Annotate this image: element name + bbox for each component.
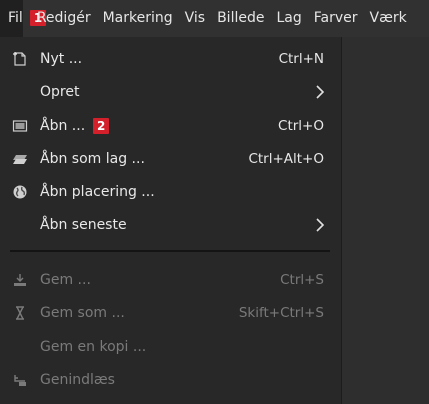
- menu-item-create[interactable]: Opret: [0, 75, 341, 108]
- menu-item-save-as[interactable]: Gem som ... Skift+Ctrl+S: [0, 296, 341, 329]
- annotation-badge-2: 2: [93, 117, 110, 134]
- menu-item-save[interactable]: Gem ... Ctrl+S: [0, 263, 341, 296]
- menu-item-open-recent-label: Åbn seneste: [40, 216, 127, 233]
- menu-edit-label: Redigér: [36, 10, 91, 26]
- menu-layer[interactable]: Lag: [270, 0, 307, 37]
- menu-layer-label: Lag: [276, 10, 302, 26]
- menu-item-save-as-label: Gem som ...: [40, 304, 125, 321]
- menu-image[interactable]: Billede: [211, 0, 270, 37]
- menu-item-open-shortcut: Ctrl+O: [278, 117, 324, 134]
- revert-icon: [12, 372, 28, 388]
- menu-item-revert-label: Genindlæs: [40, 371, 115, 388]
- menu-item-open-as-layers-shortcut: Ctrl+Alt+O: [248, 150, 324, 167]
- menu-item-open-location[interactable]: Åbn placering ...: [0, 175, 341, 208]
- menu-item-open-label: Åbn ... 2: [40, 117, 110, 134]
- menu-file[interactable]: Fil 1: [0, 0, 46, 37]
- menu-item-new-shortcut: Ctrl+N: [278, 50, 324, 67]
- menu-colors[interactable]: Farver: [308, 0, 364, 37]
- menu-view-label: Vis: [184, 10, 206, 26]
- menu-file-label: Fil: [8, 10, 23, 26]
- menu-select-label: Markering: [102, 10, 173, 26]
- menu-tools[interactable]: Værk: [364, 0, 413, 37]
- new-image-icon: [12, 51, 28, 67]
- menu-item-open-recent[interactable]: Åbn seneste: [0, 208, 341, 241]
- menu-item-open-as-layers[interactable]: Åbn som lag ... Ctrl+Alt+O: [0, 142, 341, 175]
- menu-item-new[interactable]: Nyt ... Ctrl+N: [0, 42, 341, 75]
- menu-item-save-as-shortcut: Skift+Ctrl+S: [238, 304, 324, 321]
- menu-select[interactable]: Markering: [97, 0, 179, 37]
- save-as-icon: [12, 305, 28, 321]
- menu-colors-label: Farver: [313, 10, 358, 26]
- menu-item-save-copy[interactable]: Gem en kopi ...: [0, 330, 341, 363]
- menu-item-open[interactable]: Åbn ... 2 Ctrl+O: [0, 109, 341, 142]
- menu-item-revert[interactable]: Genindlæs: [0, 363, 341, 396]
- open-as-layer-icon: [12, 151, 28, 167]
- menu-item-create-label: Opret: [40, 83, 80, 100]
- menu-item-save-label: Gem ...: [40, 271, 91, 288]
- menu-item-open-text: Åbn ...: [40, 117, 86, 134]
- canvas-area: [342, 37, 429, 404]
- open-image-icon: [12, 118, 28, 134]
- menu-item-open-location-label: Åbn placering ...: [40, 183, 155, 200]
- menu-edit[interactable]: Redigér: [23, 0, 97, 37]
- globe-icon: [12, 184, 28, 200]
- menu-bar: Fil 1 Redigér Markering Vis Billede Lag …: [0, 0, 429, 37]
- menu-view[interactable]: Vis: [179, 0, 211, 37]
- menu-separator: [10, 250, 330, 252]
- chevron-right-icon: [315, 217, 325, 232]
- menu-tools-label: Værk: [369, 10, 407, 26]
- chevron-right-icon: [315, 84, 325, 99]
- save-icon: [12, 272, 28, 288]
- menu-item-save-shortcut: Ctrl+S: [280, 271, 324, 288]
- menu-item-save-copy-label: Gem en kopi ...: [40, 338, 147, 355]
- file-menu-dropdown: Nyt ... Ctrl+N Opret Åbn ... 2 Ctrl+O Åb…: [0, 37, 342, 404]
- menu-item-open-as-layers-label: Åbn som lag ...: [40, 150, 145, 167]
- menu-image-label: Billede: [217, 10, 265, 26]
- menu-item-new-label: Nyt ...: [40, 50, 83, 67]
